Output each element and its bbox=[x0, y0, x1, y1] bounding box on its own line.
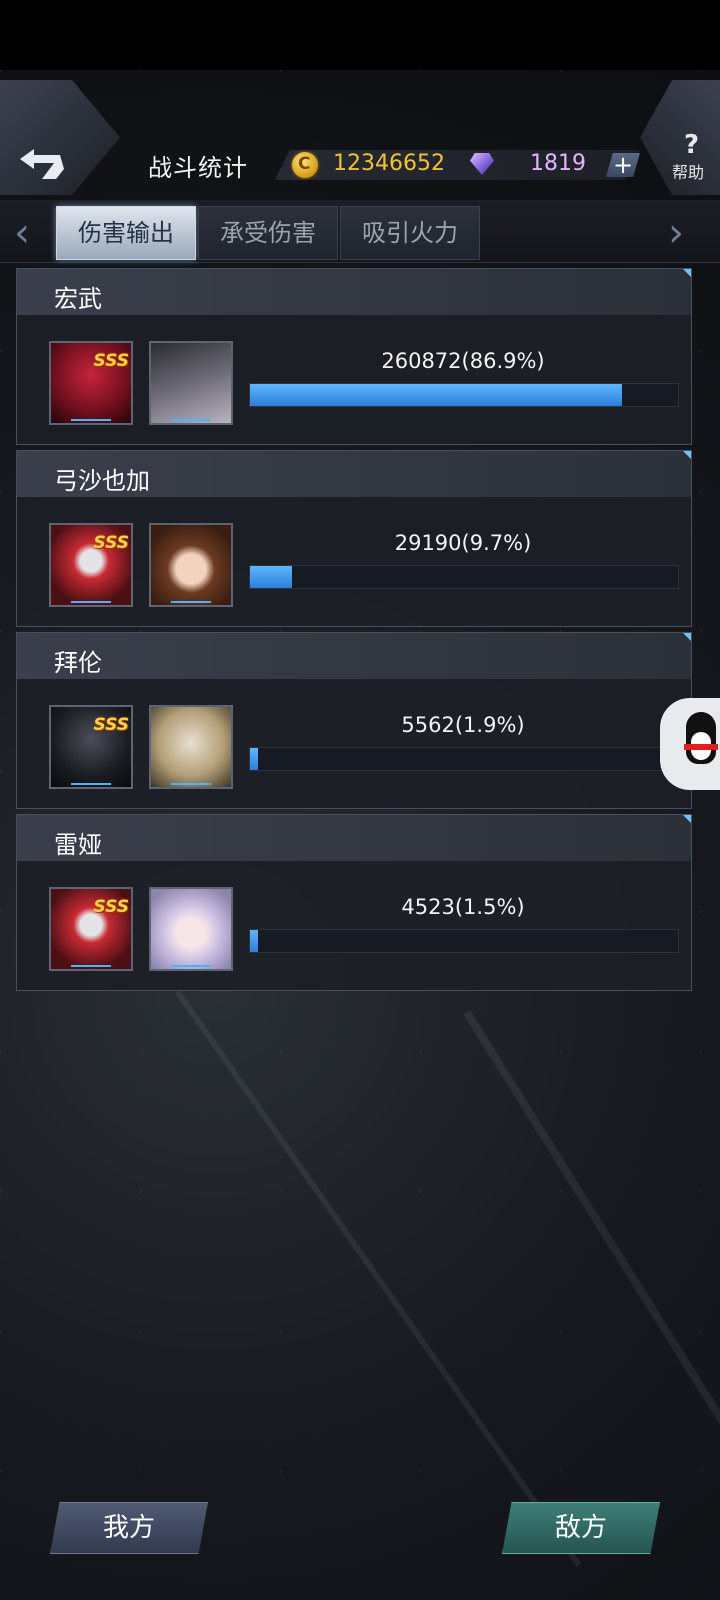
damage-value: 4523(1.5%) bbox=[401, 895, 525, 919]
damage-bar-fill bbox=[250, 930, 258, 952]
damage-value: 5562(1.9%) bbox=[401, 713, 525, 737]
damage-value: 29190(9.7%) bbox=[394, 531, 532, 555]
stat-card: 宏武 SSS 260872(86.9%) bbox=[16, 268, 692, 445]
gem-amount: 1819 bbox=[530, 151, 586, 176]
tab-left-arrow-icon[interactable]: ‹ bbox=[14, 210, 30, 256]
card-header bbox=[17, 269, 691, 315]
card-header bbox=[17, 633, 691, 679]
rank-badge: SSS bbox=[93, 715, 129, 735]
damage-bar bbox=[249, 747, 679, 771]
tab-draw-fire[interactable]: 吸引火力 bbox=[340, 206, 480, 260]
card-corner bbox=[683, 633, 691, 641]
pilot-avatar[interactable] bbox=[149, 705, 233, 789]
page-title: 战斗统计 bbox=[148, 154, 248, 182]
damage-bar bbox=[249, 929, 679, 953]
rank-badge: SSS bbox=[93, 897, 129, 917]
tab-damage-taken[interactable]: 承受伤害 bbox=[198, 206, 338, 260]
back-arrow-icon bbox=[20, 149, 64, 179]
rank-badge: SSS bbox=[93, 533, 129, 553]
card-corner bbox=[683, 269, 691, 277]
card-corner bbox=[683, 451, 691, 459]
mech-avatar[interactable]: SSS bbox=[49, 887, 133, 971]
pilot-avatar[interactable] bbox=[149, 523, 233, 607]
character-name: 雷娅 bbox=[54, 831, 102, 859]
damage-bar-fill bbox=[250, 384, 622, 406]
tab-damage-output[interactable]: 伤害输出 bbox=[56, 206, 196, 260]
enemy-side-button[interactable]: 敌方 bbox=[502, 1502, 660, 1554]
pilot-avatar[interactable] bbox=[149, 887, 233, 971]
help-question-icon: ? bbox=[684, 130, 700, 160]
pilot-avatar[interactable] bbox=[149, 341, 233, 425]
gold-coin-icon bbox=[292, 152, 318, 178]
help-label: 帮助 bbox=[672, 163, 705, 182]
damage-value: 260872(86.9%) bbox=[381, 349, 545, 373]
character-name: 宏武 bbox=[54, 285, 102, 313]
damage-bar bbox=[249, 383, 679, 407]
qq-penguin-scarf bbox=[684, 744, 718, 750]
card-corner bbox=[683, 815, 691, 823]
character-name: 拜伦 bbox=[54, 649, 102, 677]
stat-card: 弓沙也加 SSS 29190(9.7%) bbox=[16, 450, 692, 627]
mech-avatar[interactable]: SSS bbox=[49, 341, 133, 425]
our-side-button[interactable]: 我方 bbox=[50, 1502, 208, 1554]
damage-bar-fill bbox=[250, 566, 292, 588]
stat-card: 雷娅 SSS 4523(1.5%) bbox=[16, 814, 692, 991]
damage-bar bbox=[249, 565, 679, 589]
mech-avatar[interactable]: SSS bbox=[49, 705, 133, 789]
stat-card: 拜伦 SSS 5562(1.9%) bbox=[16, 632, 692, 809]
mech-avatar[interactable]: SSS bbox=[49, 523, 133, 607]
damage-bar-fill bbox=[250, 748, 259, 770]
tab-right-arrow-icon[interactable]: › bbox=[668, 210, 684, 256]
rank-badge: SSS bbox=[93, 351, 129, 371]
gold-amount: 12346652 bbox=[333, 151, 445, 176]
card-header bbox=[17, 815, 691, 861]
character-name: 弓沙也加 bbox=[54, 467, 150, 495]
